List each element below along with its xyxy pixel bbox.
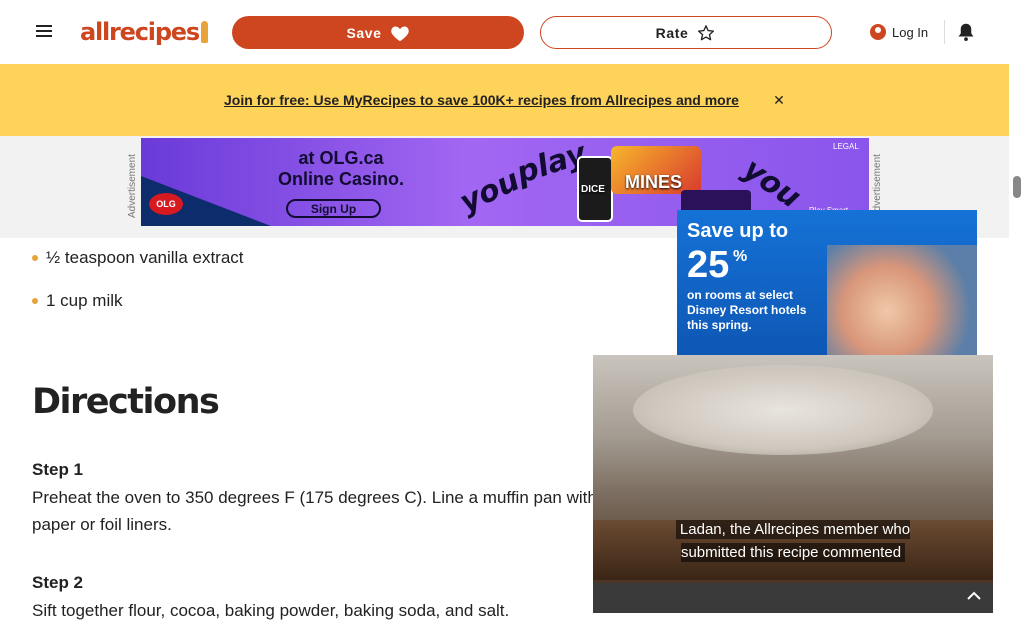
chevron-up-icon <box>967 591 981 600</box>
close-icon: ✕ <box>773 92 785 108</box>
login-link[interactable]: Log In <box>870 22 928 42</box>
video-collapse-button[interactable] <box>964 586 984 606</box>
olg-headline-line1: at OLG.ca <box>298 148 384 168</box>
save-label: Save <box>346 24 382 41</box>
olg-signup-button[interactable]: Sign Up <box>286 199 381 218</box>
spoon-icon <box>200 21 208 43</box>
rate-button[interactable]: Rate <box>540 16 832 49</box>
olg-headline-line2: Online Casino. <box>277 169 405 189</box>
bell-icon <box>958 23 974 41</box>
step-label: Step 1 <box>32 460 84 479</box>
ingredient-item[interactable]: ½ teaspoon vanilla extract <box>32 245 244 271</box>
ingredient-text: ½ teaspoon vanilla extract <box>46 248 244 267</box>
directions-heading: Directions <box>32 382 220 422</box>
hamburger-menu-button[interactable] <box>30 18 58 44</box>
user-icon <box>870 24 886 40</box>
advertisement-label-right: Advertisement <box>872 154 883 218</box>
olg-headline: at OLG.ca Online Casino. <box>266 148 416 190</box>
site-header: allrecipes Save Rate Log In <box>0 0 1009 64</box>
save-button[interactable]: Save <box>232 16 524 49</box>
bullet-icon <box>32 298 38 304</box>
video-caption-text: Ladan, the Allrecipes member who submitt… <box>675 520 911 562</box>
disney-ad-photo <box>827 245 977 355</box>
myrecipes-join-link[interactable]: Join for free: Use MyRecipes to save 100… <box>224 92 739 108</box>
disney-ad-number: 25 <box>687 244 730 286</box>
login-label: Log In <box>892 24 929 40</box>
scrollbar-thumb[interactable] <box>1013 176 1021 198</box>
disney-ad-percent: % <box>733 248 748 265</box>
logo-text: allrecipes <box>80 18 200 46</box>
olg-word-you-left: you <box>454 162 526 221</box>
video-caption: Ladan, the Allrecipes member who submitt… <box>668 518 918 564</box>
step-label: Step 2 <box>32 573 84 592</box>
olg-legal-text: LEGAL <box>833 142 859 151</box>
disney-ad-subtext: on rooms at select Disney Resort hotels … <box>687 288 807 332</box>
cupcake-frosting-image <box>633 365 933 455</box>
rate-label: Rate <box>655 24 689 41</box>
allrecipes-logo[interactable]: allrecipes <box>80 16 208 48</box>
video-control-bar <box>593 583 993 613</box>
notifications-button[interactable] <box>955 18 977 46</box>
olg-dice-brand: DICE <box>581 184 605 195</box>
video-player[interactable] <box>593 355 993 613</box>
ingredient-item[interactable]: 1 cup milk <box>32 288 123 314</box>
header-divider <box>944 20 945 44</box>
advertisement-label-left: Advertisement <box>127 154 138 218</box>
step-text[interactable]: Preheat the oven to 350 degrees F (175 d… <box>32 484 622 538</box>
heart-icon <box>390 23 410 43</box>
hamburger-menu-icon <box>36 30 52 32</box>
olg-logo: OLG <box>149 193 183 215</box>
step-text: Sift together flour, cocoa, baking powde… <box>32 601 510 620</box>
promo-close-button[interactable]: ✕ <box>772 92 786 108</box>
disney-ad-headline: Save up to <box>687 220 789 242</box>
bullet-icon <box>32 255 38 261</box>
ingredient-text: 1 cup milk <box>46 291 123 310</box>
star-icon <box>696 23 716 43</box>
page-scrollbar[interactable] <box>1009 0 1024 629</box>
olg-mines-brand: MINES <box>625 172 683 192</box>
